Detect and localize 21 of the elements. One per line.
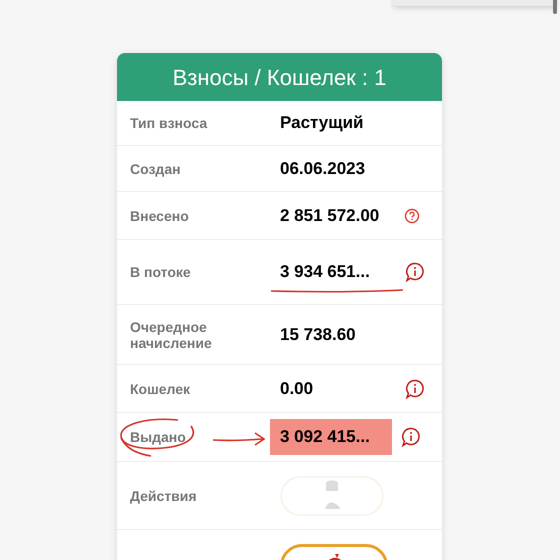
info-icon[interactable]	[404, 378, 426, 400]
field-label: Очередное начисление	[130, 318, 213, 350]
field-value: 0.00	[280, 378, 314, 400]
field-value: 06.06.2023	[280, 158, 366, 180]
field-value: Растущий	[280, 112, 364, 134]
field-value: 3 934 651...	[280, 261, 371, 284]
help-icon[interactable]	[404, 208, 420, 224]
field-label: В потоке	[130, 264, 192, 280]
scrollbar[interactable]	[553, 0, 557, 14]
field-label: Кошелек	[130, 380, 192, 396]
card-title: Взносы / Кошелек : 1	[172, 64, 386, 92]
field-value: 3 092 415...	[270, 419, 392, 455]
field-label: Создан	[130, 160, 182, 176]
field-label: Тип взноса	[130, 115, 208, 131]
field-label: Выдано	[130, 429, 187, 445]
info-icon[interactable]	[404, 261, 426, 283]
info-icon[interactable]	[400, 426, 422, 448]
field-label: Внесено	[130, 208, 190, 224]
field-label: Действия	[130, 488, 198, 504]
field-value: 15 738.60	[280, 324, 357, 346]
field-value: 2 851 572.00	[280, 204, 380, 227]
